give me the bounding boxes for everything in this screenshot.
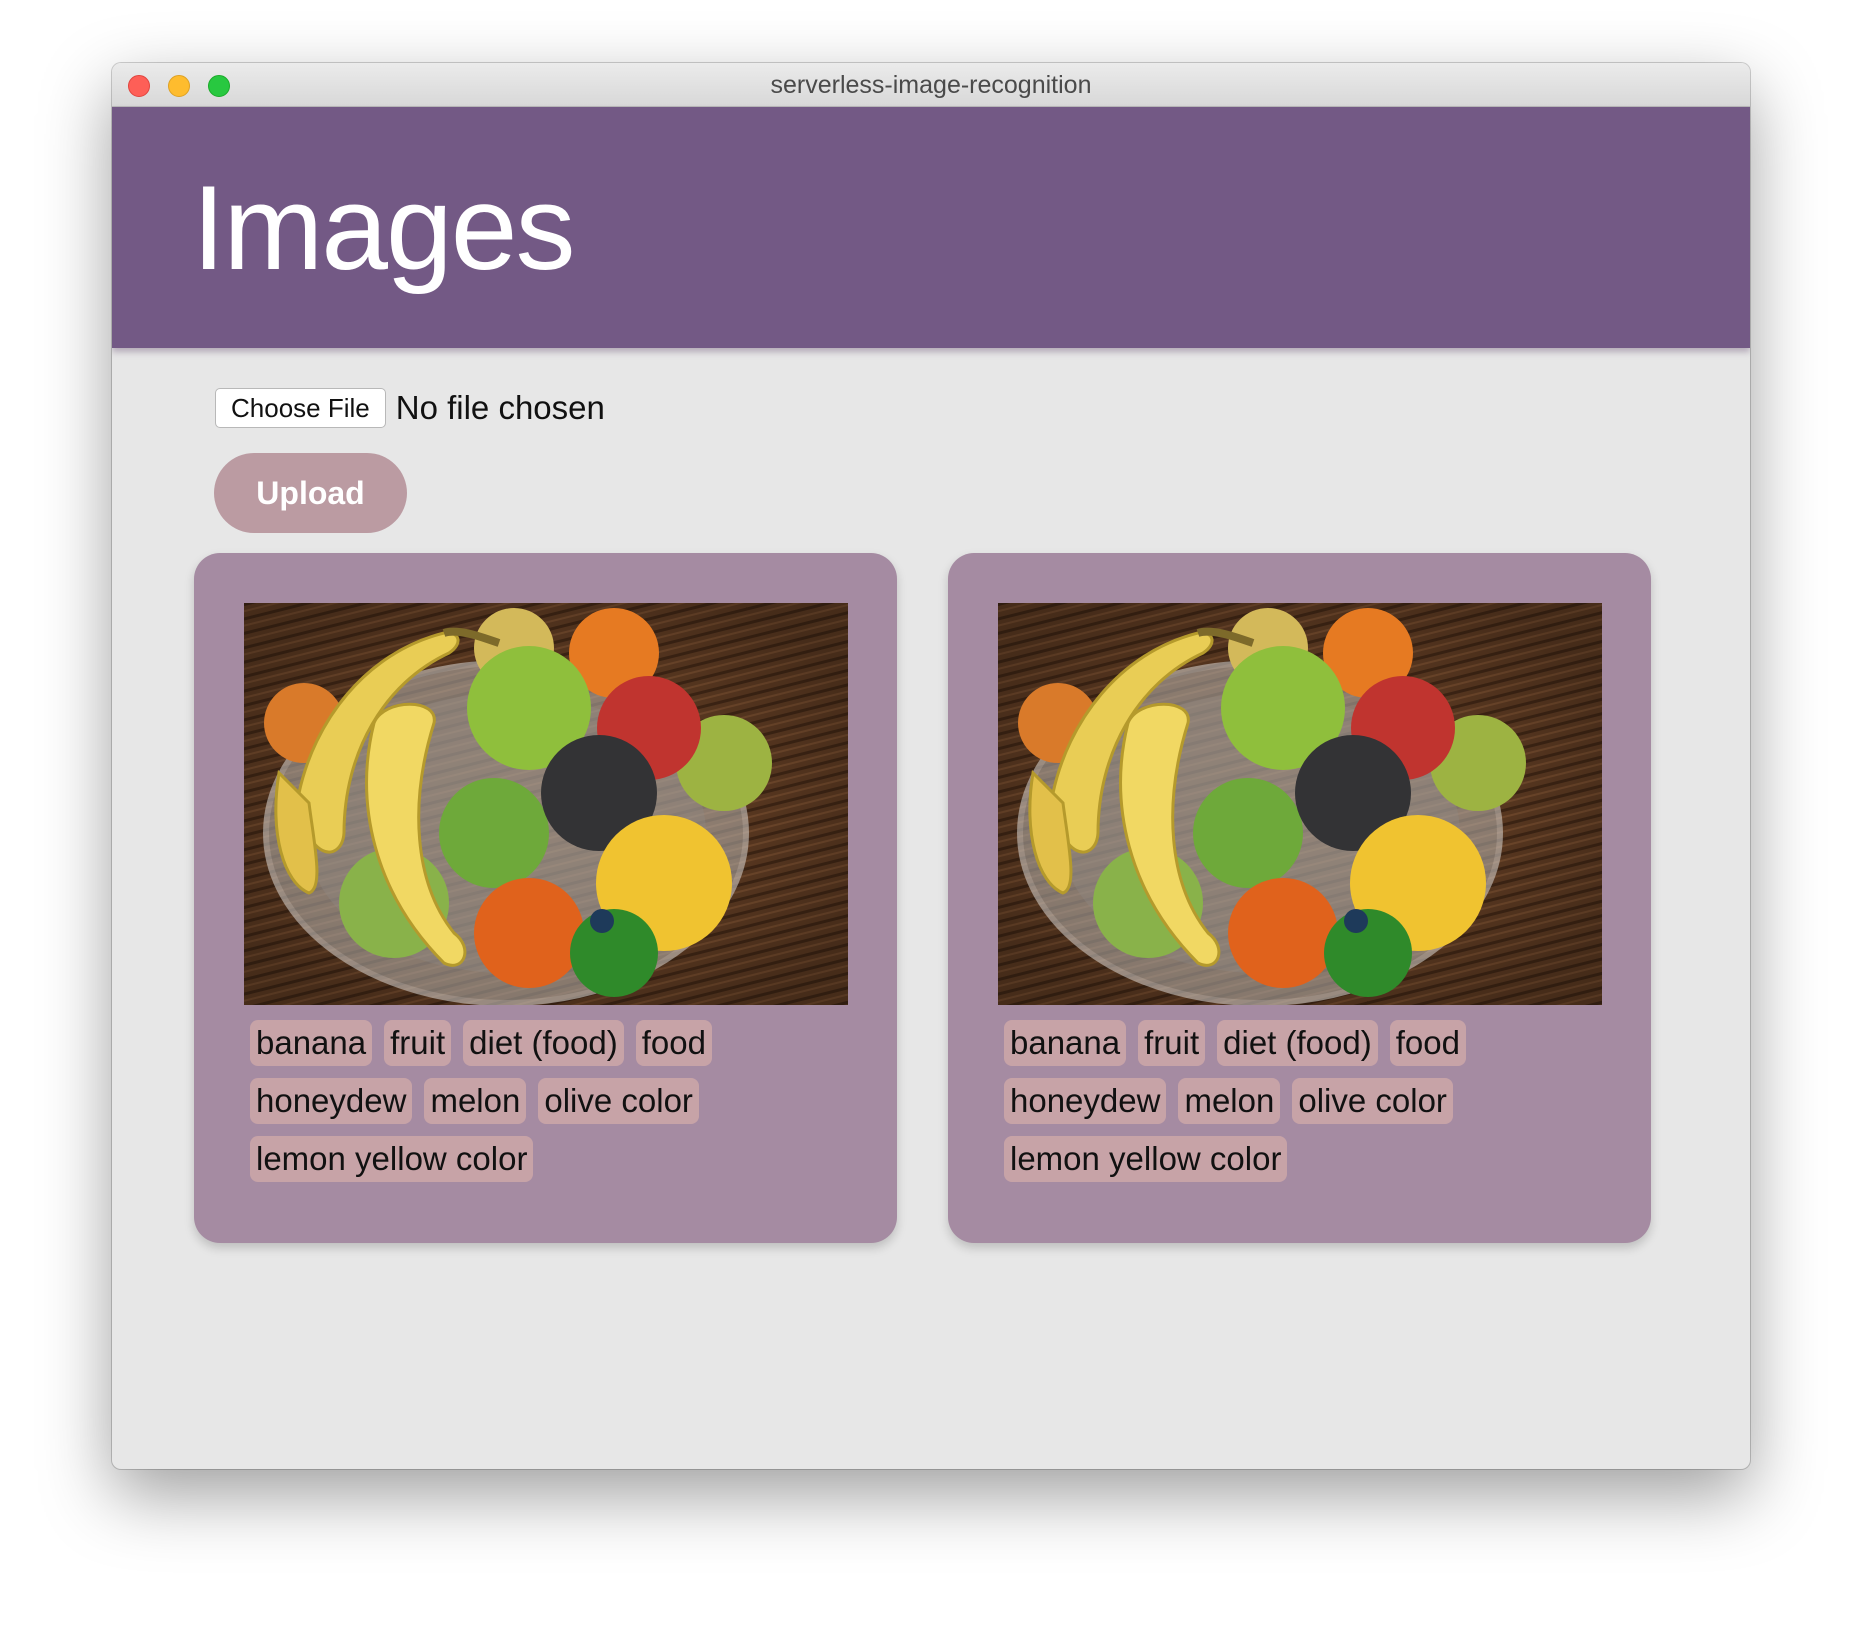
tag: food — [635, 1020, 712, 1066]
page-header: Images — [112, 107, 1750, 348]
tag-list: banana fruit diet (food) food honeydew m… — [250, 1020, 810, 1182]
fruit-bowl-image — [998, 603, 1602, 1005]
tag: fruit — [1138, 1020, 1206, 1066]
image-list: banana fruit diet (food) food honeydew m… — [194, 553, 1651, 1243]
tag: olive color — [1292, 1078, 1453, 1124]
title-bar: serverless-image-recognition — [112, 63, 1750, 107]
fruit-bowl-image — [244, 603, 848, 1005]
tag: lemon yellow color — [1004, 1136, 1288, 1182]
upload-button[interactable]: Upload — [214, 453, 407, 533]
image-card: banana fruit diet (food) food honeydew m… — [948, 553, 1651, 1243]
app-window: serverless-image-recognition Images Choo… — [112, 63, 1750, 1469]
tag: banana — [250, 1020, 373, 1066]
tag: honeydew — [250, 1078, 413, 1124]
tag: olive color — [538, 1078, 699, 1124]
tag: lemon yellow color — [250, 1136, 534, 1182]
tag: diet (food) — [1217, 1020, 1378, 1066]
image-card: banana fruit diet (food) food honeydew m… — [194, 553, 897, 1243]
tag: fruit — [384, 1020, 452, 1066]
tag: melon — [424, 1078, 527, 1124]
tag: food — [1389, 1020, 1466, 1066]
tag: banana — [1004, 1020, 1127, 1066]
window-title: serverless-image-recognition — [770, 71, 1092, 99]
page-title: Images — [192, 161, 576, 295]
choose-file-button[interactable]: Choose File — [215, 388, 386, 428]
tag: diet (food) — [463, 1020, 624, 1066]
file-picker: Choose File No file chosen — [215, 388, 605, 428]
tag: melon — [1178, 1078, 1281, 1124]
file-status-text: No file chosen — [395, 389, 605, 426]
tag: honeydew — [1004, 1078, 1167, 1124]
tag-list: banana fruit diet (food) food honeydew m… — [1004, 1020, 1564, 1182]
